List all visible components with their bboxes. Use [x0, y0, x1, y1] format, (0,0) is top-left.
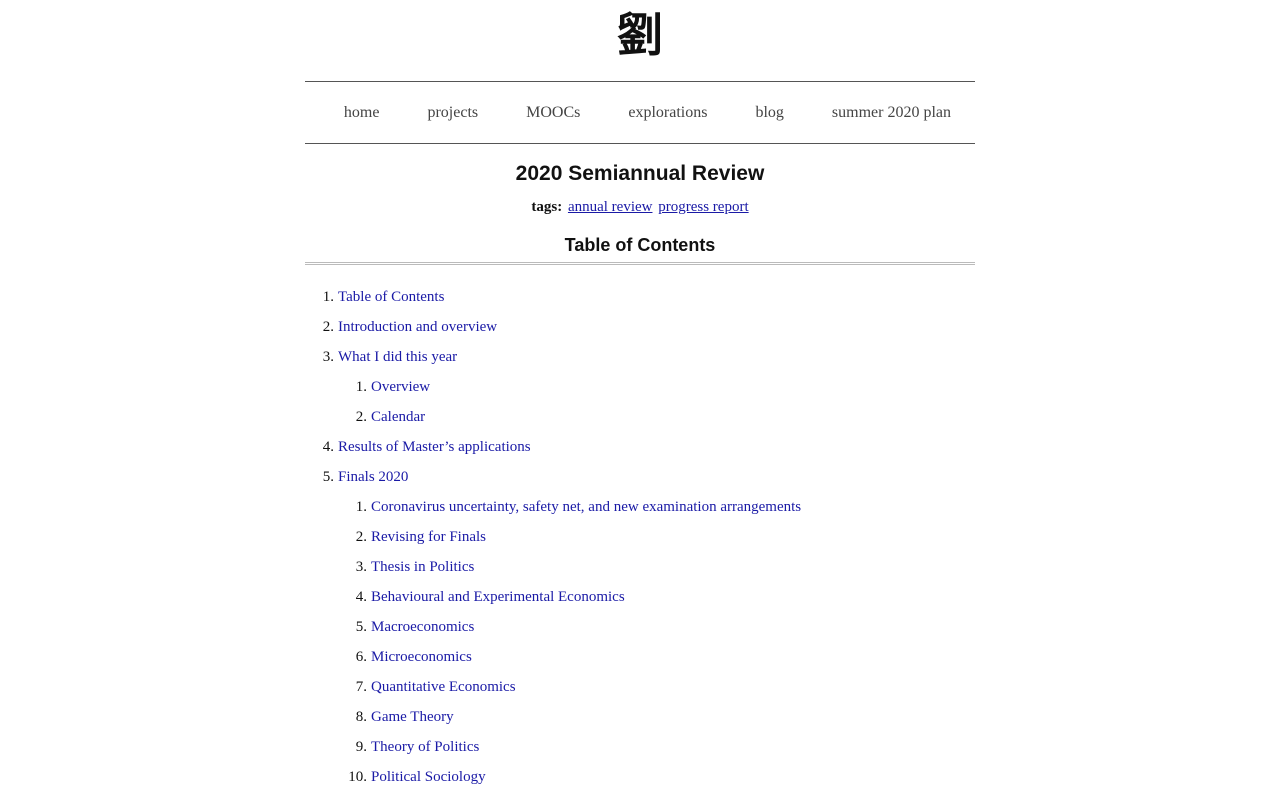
toc-link[interactable]: Behavioural and Experimental Economics: [371, 589, 625, 605]
toc-link[interactable]: Introduction and overview: [338, 319, 497, 335]
toc-item: 4. Behavioural and Experimental Economics: [356, 582, 975, 612]
toc-item: 1. Coronavirus uncertainty, safety net, a…: [356, 492, 975, 522]
toc-item-number: 2.: [322, 319, 334, 335]
toc-item: 7. Quantitative Economics: [356, 672, 975, 702]
nav-explorations[interactable]: explorations: [628, 104, 707, 122]
toc-item-number: 1.: [322, 289, 334, 305]
toc-item: 3. Thesis in Politics: [356, 552, 975, 582]
toc-item: 8. Game Theory: [356, 702, 975, 732]
toc-item-number: 5.: [322, 469, 334, 485]
toc-link[interactable]: What I did this year: [338, 349, 457, 365]
toc-list: 1. Table of Contents 2. Introduction and ov…: [305, 265, 975, 792]
page-container: 劉 home projects MOOCs explorations blog …: [305, 0, 975, 792]
toc-item: 4. Results of Master’s applications: [323, 432, 975, 462]
toc-item-number: 2.: [355, 409, 367, 425]
toc-link[interactable]: Game Theory: [371, 709, 454, 725]
toc-link[interactable]: Results of Master’s applications: [338, 439, 531, 455]
tags-row: tags: annual review progress report: [305, 197, 975, 217]
toc-item: 5. Finals 2020 1. Coronavirus uncertainty, …: [323, 462, 975, 792]
toc-item-number: 3.: [355, 559, 367, 575]
toc-item-number: 8.: [355, 709, 367, 725]
toc-item-number: 2.: [355, 529, 367, 545]
toc-link[interactable]: Quantitative Economics: [371, 679, 516, 695]
toc-link[interactable]: Macroeconomics: [371, 619, 474, 635]
toc-link[interactable]: Finals 2020: [338, 469, 408, 485]
tags-label: tags:: [531, 199, 563, 215]
toc-item-number: 9.: [355, 739, 367, 755]
toc-item-number: 5.: [355, 619, 367, 635]
toc-link[interactable]: Table of Contents: [338, 289, 444, 305]
toc-item: 3. What I did this year 1. Overview 2. Calend…: [323, 342, 975, 432]
toc-link[interactable]: Microeconomics: [371, 649, 472, 665]
toc-item: 2. Calendar: [356, 402, 975, 432]
toc-item: 6. Microeconomics: [356, 642, 975, 672]
toc-item-number: 4.: [355, 589, 367, 605]
toc-heading: Table of Contents: [305, 217, 975, 265]
toc-sublist: 1. Coronavirus uncertainty, safety net, a…: [338, 492, 975, 792]
toc-item: 1. Table of Contents: [323, 282, 975, 312]
nav-blog[interactable]: blog: [755, 104, 783, 122]
toc-item-number: 1.: [355, 499, 367, 515]
nav-summer-2020-plan[interactable]: summer 2020 plan: [832, 104, 951, 122]
toc-item-number: 10.: [348, 769, 367, 785]
toc-item: 1. Overview: [356, 372, 975, 402]
toc-link[interactable]: Overview: [371, 379, 430, 395]
page-title: 2020 Semiannual Review: [515, 162, 765, 185]
toc-link[interactable]: Coronavirus uncertainty, safety net, and…: [371, 499, 801, 515]
nav-projects[interactable]: projects: [427, 104, 478, 122]
toc-item-number: 1.: [355, 379, 367, 395]
toc-item: 5. Macroeconomics: [356, 612, 975, 642]
toc-item: 9. Theory of Politics: [356, 732, 975, 762]
nav-home[interactable]: home: [344, 104, 380, 122]
tag-annual-review[interactable]: annual review: [568, 199, 653, 215]
site-logo[interactable]: 劉: [305, 0, 975, 81]
nav-moocs[interactable]: MOOCs: [526, 104, 580, 122]
toc-link[interactable]: Political Sociology: [371, 769, 486, 785]
toc-link[interactable]: Revising for Finals: [371, 529, 486, 545]
toc-item: 2. Revising for Finals: [356, 522, 975, 552]
main-nav: home projects MOOCs explorations blog su…: [305, 81, 975, 144]
toc-item-number: 3.: [322, 349, 334, 365]
toc-item-number: 6.: [355, 649, 367, 665]
toc-item-number: 7.: [355, 679, 367, 695]
toc-link[interactable]: Theory of Politics: [371, 739, 479, 755]
toc-item-number: 4.: [322, 439, 334, 455]
tag-progress-report[interactable]: progress report: [658, 199, 748, 215]
toc-item: 2. Introduction and overview: [323, 312, 975, 342]
toc-item: 10. Political Sociology: [348, 762, 975, 792]
toc-sublist: 1. Overview 2. Calendar: [338, 372, 975, 432]
toc-link[interactable]: Thesis in Politics: [371, 559, 474, 575]
toc-link[interactable]: Calendar: [371, 409, 425, 425]
